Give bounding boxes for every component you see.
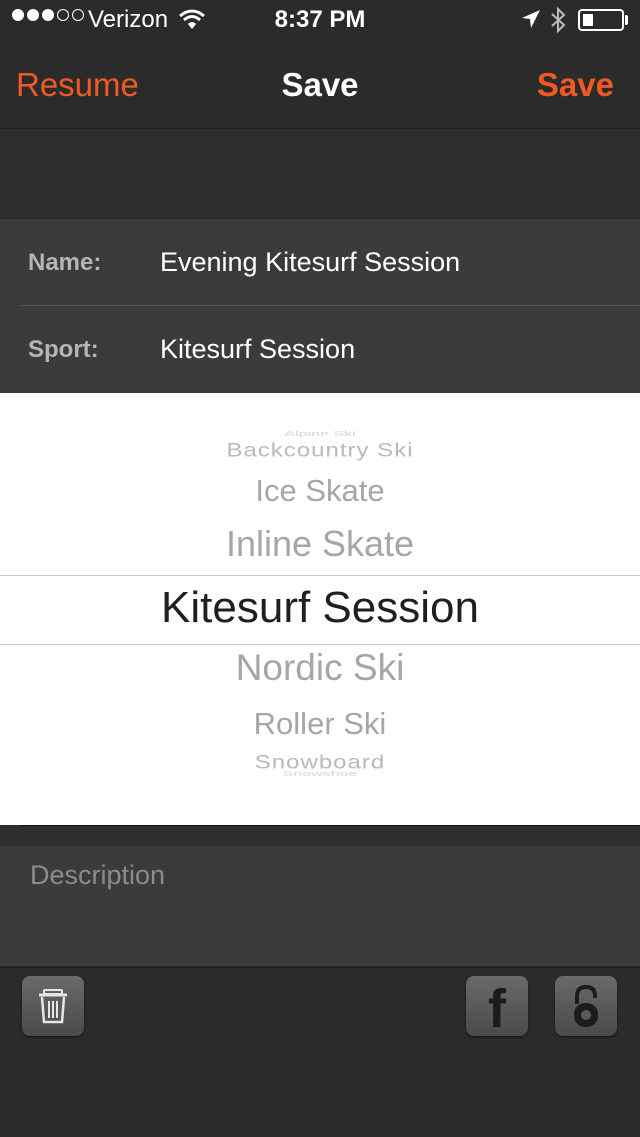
navigation-bar: Resume Save Save (0, 40, 640, 129)
name-row[interactable]: Name: Evening Kitesurf Session (0, 219, 640, 306)
description-field[interactable]: Description (0, 846, 640, 966)
picker-selected-option[interactable]: Kitesurf Session (0, 583, 640, 633)
bluetooth-icon (550, 6, 566, 41)
status-bar: Verizon 8:37 PM (0, 0, 640, 40)
privacy-toggle-button[interactable] (555, 976, 617, 1036)
name-label: Name: (28, 249, 102, 276)
sport-label: Sport: (28, 336, 99, 363)
description-placeholder: Description (30, 860, 166, 890)
bottom-toolbar: f (0, 967, 640, 1137)
sport-field[interactable]: Kitesurf Session (160, 334, 355, 365)
picker-selection-line-bottom (0, 644, 640, 645)
location-arrow-icon (520, 8, 542, 37)
picker-option[interactable]: Nordic Ski (0, 647, 640, 689)
clock-time: 8:37 PM (274, 6, 366, 33)
battery-icon (578, 9, 624, 31)
battery-nub (625, 15, 628, 25)
row-divider (20, 305, 640, 306)
picker-option[interactable]: Ice Skate (0, 473, 640, 509)
picker-option[interactable]: Roller Ski (0, 706, 640, 742)
picker-option[interactable]: Backcountry Ski (0, 440, 640, 462)
lock-open-icon (574, 984, 598, 1027)
picker-selection-line-top (0, 575, 640, 576)
facebook-icon: f (488, 979, 506, 1039)
facebook-share-button[interactable]: f (466, 976, 528, 1039)
picker-option[interactable]: Alpine Ski (0, 430, 640, 438)
save-button[interactable]: Save (537, 66, 614, 104)
trash-icon (39, 989, 67, 1024)
picker-option[interactable]: Inline Skate (0, 523, 640, 565)
delete-button[interactable] (22, 976, 84, 1036)
sport-row[interactable]: Sport: Kitesurf Session (0, 306, 640, 393)
activity-form: Name: Evening Kitesurf Session Sport: Ki… (0, 219, 640, 393)
divider (20, 825, 640, 826)
name-field[interactable]: Evening Kitesurf Session (160, 247, 460, 278)
section-gap (0, 825, 640, 846)
sport-picker[interactable]: Alpine Ski Backcountry Ski Ice Skate Inl… (0, 393, 640, 825)
header-spacer (0, 129, 640, 219)
picker-option[interactable]: Snowshoe (0, 770, 640, 778)
